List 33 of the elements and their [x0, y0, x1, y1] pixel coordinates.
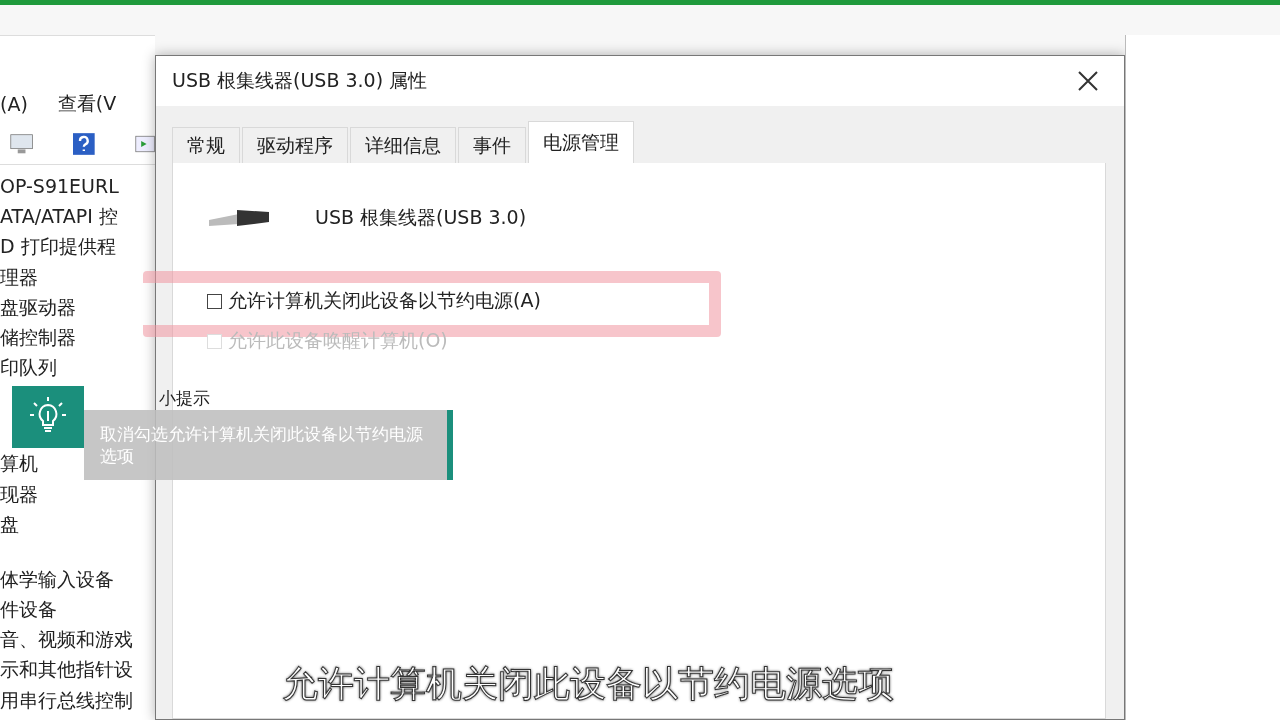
window-title: USB 根集线器(USB 3.0) 属性 [172, 68, 428, 93]
tree-item[interactable]: 算机 [0, 448, 38, 479]
tree-item[interactable]: 储控制器 [0, 321, 76, 353]
checkbox-option[interactable]: 允许计算机关闭此设备以节约电源(A) [207, 285, 541, 317]
tree-item[interactable]: 音、视频和游戏 [0, 624, 133, 655]
lightbulb-icon [12, 386, 84, 448]
tab[interactable]: 事件 [458, 127, 526, 163]
tree-item[interactable]: 示和其他指针设 [0, 654, 133, 685]
tree-item[interactable]: ATA/ATAPI 控 [0, 201, 118, 232]
tree-item[interactable]: 印队列 [0, 352, 57, 383]
tree-item[interactable]: 现器 [0, 478, 38, 509]
tab[interactable]: 驱动程序 [242, 127, 348, 163]
help-icon[interactable] [73, 130, 95, 158]
menu-item[interactable]: 查看(V [57, 91, 117, 117]
tree-item[interactable]: 体学输入设备 [0, 563, 114, 595]
tree-item[interactable]: 件设备 [0, 594, 57, 625]
tree-item[interactable]: 用串行总线控制 [0, 684, 133, 715]
checkbox[interactable] [207, 293, 222, 309]
tree-item[interactable]: 盘 [0, 508, 19, 539]
close-icon [1077, 70, 1099, 92]
tab[interactable]: 电源管理 [528, 121, 634, 163]
tree-item[interactable]: OP-S91EURL [0, 171, 119, 202]
tab[interactable]: 详细信息 [350, 127, 456, 163]
tree-item[interactable]: D 打印提供程 [0, 231, 116, 262]
tip-text: 取消勾选允许计算机关闭此设备以节约电源选项 [84, 410, 453, 480]
tip-title: 小提示 [159, 387, 211, 410]
device-name: USB 根集线器(USB 3.0) [315, 205, 527, 230]
menu-item[interactable]: (A) [0, 93, 28, 115]
tree-item[interactable]: 盘驱动器 [0, 291, 76, 322]
tab[interactable]: 常规 [172, 127, 240, 163]
play-icon[interactable] [134, 133, 155, 155]
tree-item[interactable]: 理器 [0, 261, 38, 292]
subtitle: 允许计算机关闭此设备以节约电源选项 [282, 662, 894, 706]
